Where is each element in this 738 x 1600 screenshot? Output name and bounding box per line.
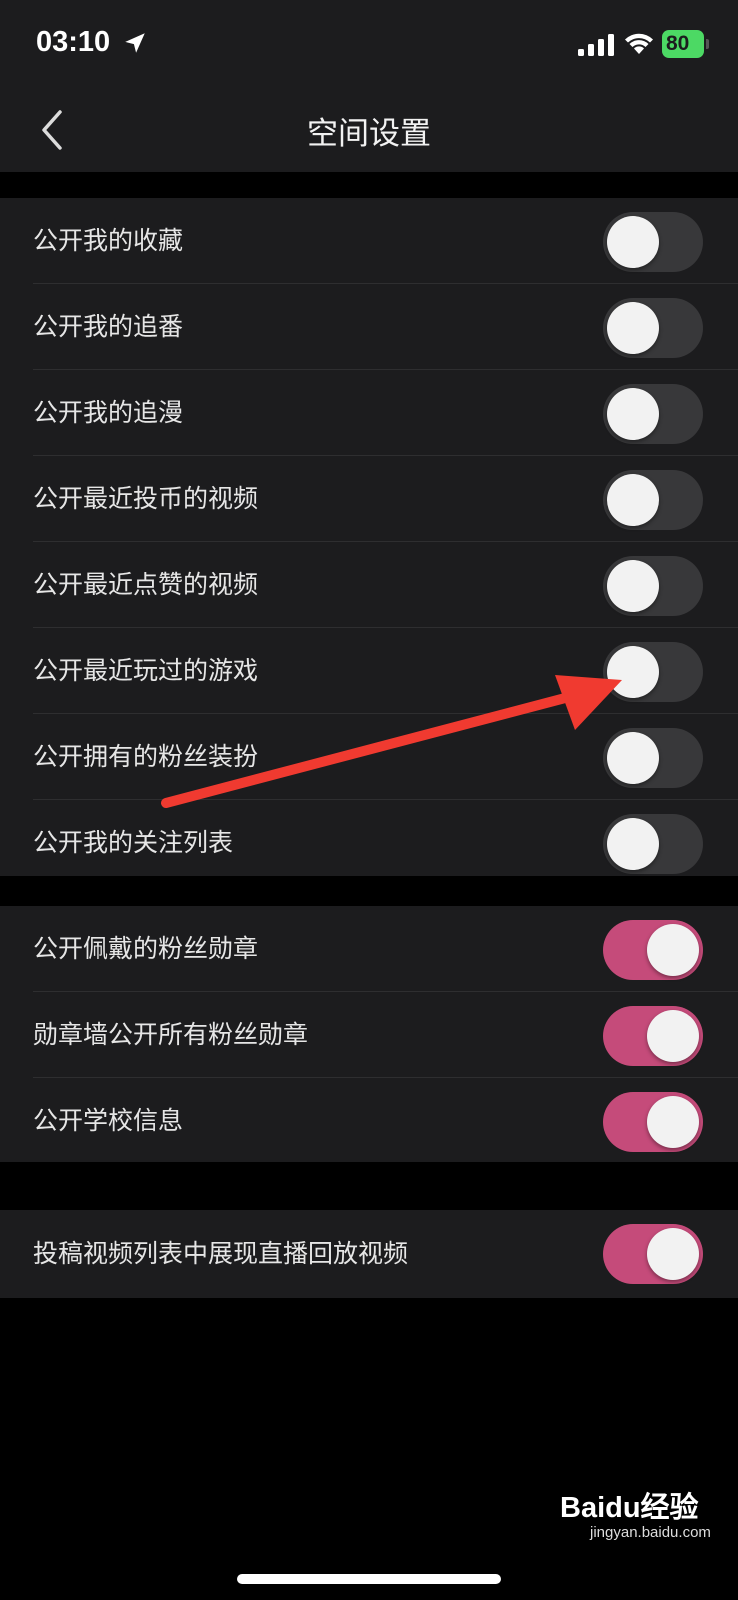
- toggle-knob: [607, 732, 659, 784]
- toggle-knob: [607, 646, 659, 698]
- battery-level: 80: [666, 32, 690, 55]
- settings-group-medals: 公开佩戴的粉丝勋章 勋章墙公开所有粉丝勋章 公开学校信息: [0, 906, 738, 1162]
- settings-group-videos: 投稿视频列表中展现直播回放视频: [0, 1210, 738, 1298]
- setting-row-medal-wall: 勋章墙公开所有粉丝勋章: [0, 992, 738, 1078]
- watermark-subtext: jingyan.baidu.com: [590, 1524, 711, 1541]
- setting-label: 公开我的追番: [33, 312, 184, 341]
- toggle-switch[interactable]: [603, 384, 703, 444]
- setting-row-liked-videos: 公开最近点赞的视频: [0, 542, 738, 628]
- setting-label: 勋章墙公开所有粉丝勋章: [33, 1020, 309, 1049]
- setting-row-fan-decorations: 公开拥有的粉丝装扮: [0, 714, 738, 800]
- setting-row-recent-games: 公开最近玩过的游戏: [0, 628, 738, 714]
- setting-row-bangumi: 公开我的追番: [0, 284, 738, 370]
- toggle-knob: [647, 1010, 699, 1062]
- setting-row-following-list: 公开我的关注列表: [0, 800, 738, 886]
- setting-row-favorites: 公开我的收藏: [0, 198, 738, 284]
- setting-label: 公开最近玩过的游戏: [33, 656, 259, 685]
- location-arrow-icon: [125, 33, 145, 53]
- toggle-switch[interactable]: [603, 298, 703, 358]
- setting-label: 公开最近投币的视频: [33, 484, 259, 513]
- toggle-switch[interactable]: [603, 1006, 703, 1066]
- setting-row-school-info: 公开学校信息: [0, 1078, 738, 1164]
- toggle-knob: [607, 388, 659, 440]
- setting-row-manga: 公开我的追漫: [0, 370, 738, 456]
- nav-bar: 空间设置: [0, 88, 738, 172]
- setting-label: 公开最近点赞的视频: [33, 570, 259, 599]
- toggle-knob: [647, 1096, 699, 1148]
- setting-label: 公开我的追漫: [33, 398, 184, 427]
- setting-row-worn-medal: 公开佩戴的粉丝勋章: [0, 906, 738, 992]
- toggle-switch[interactable]: [603, 470, 703, 530]
- toggle-knob: [607, 216, 659, 268]
- toggle-knob: [607, 560, 659, 612]
- battery-tip: [706, 39, 709, 49]
- toggle-switch[interactable]: [603, 212, 703, 272]
- setting-row-live-replay: 投稿视频列表中展现直播回放视频: [0, 1210, 738, 1298]
- setting-label: 公开我的关注列表: [33, 828, 234, 857]
- setting-label: 投稿视频列表中展现直播回放视频: [33, 1239, 409, 1268]
- status-time: 03:10: [36, 26, 111, 58]
- setting-label: 公开佩戴的粉丝勋章: [33, 934, 259, 963]
- setting-label: 公开拥有的粉丝装扮: [33, 742, 259, 771]
- page-title: 空间设置: [307, 116, 431, 152]
- toggle-knob: [607, 818, 659, 870]
- status-bar: 03:10 80: [0, 0, 738, 88]
- toggle-switch[interactable]: [603, 1092, 703, 1152]
- toggle-switch[interactable]: [603, 920, 703, 980]
- battery-charging-icon: 80: [662, 30, 709, 58]
- toggle-knob: [647, 924, 699, 976]
- setting-row-coined-videos: 公开最近投币的视频: [0, 456, 738, 542]
- home-indicator[interactable]: [237, 1574, 501, 1584]
- watermark-text: Baidu经验: [560, 1492, 699, 1524]
- setting-label: 公开我的收藏: [33, 226, 184, 255]
- settings-group-privacy: 公开我的收藏 公开我的追番 公开我的追漫 公开最近投币的视频 公开最近点赞的视频…: [0, 198, 738, 876]
- signal-icon: [578, 34, 614, 56]
- toggle-knob: [647, 1228, 699, 1280]
- toggle-knob: [607, 474, 659, 526]
- setting-label: 公开学校信息: [33, 1106, 184, 1135]
- toggle-knob: [607, 302, 659, 354]
- toggle-switch[interactable]: [603, 814, 703, 874]
- baidu-watermark: Baidu经验 jingyan.baidu.com: [560, 1484, 720, 1554]
- wifi-icon: [625, 33, 653, 54]
- toggle-switch[interactable]: [603, 642, 703, 702]
- toggle-switch[interactable]: [603, 556, 703, 616]
- toggle-switch[interactable]: [603, 1224, 703, 1284]
- toggle-switch[interactable]: [603, 728, 703, 788]
